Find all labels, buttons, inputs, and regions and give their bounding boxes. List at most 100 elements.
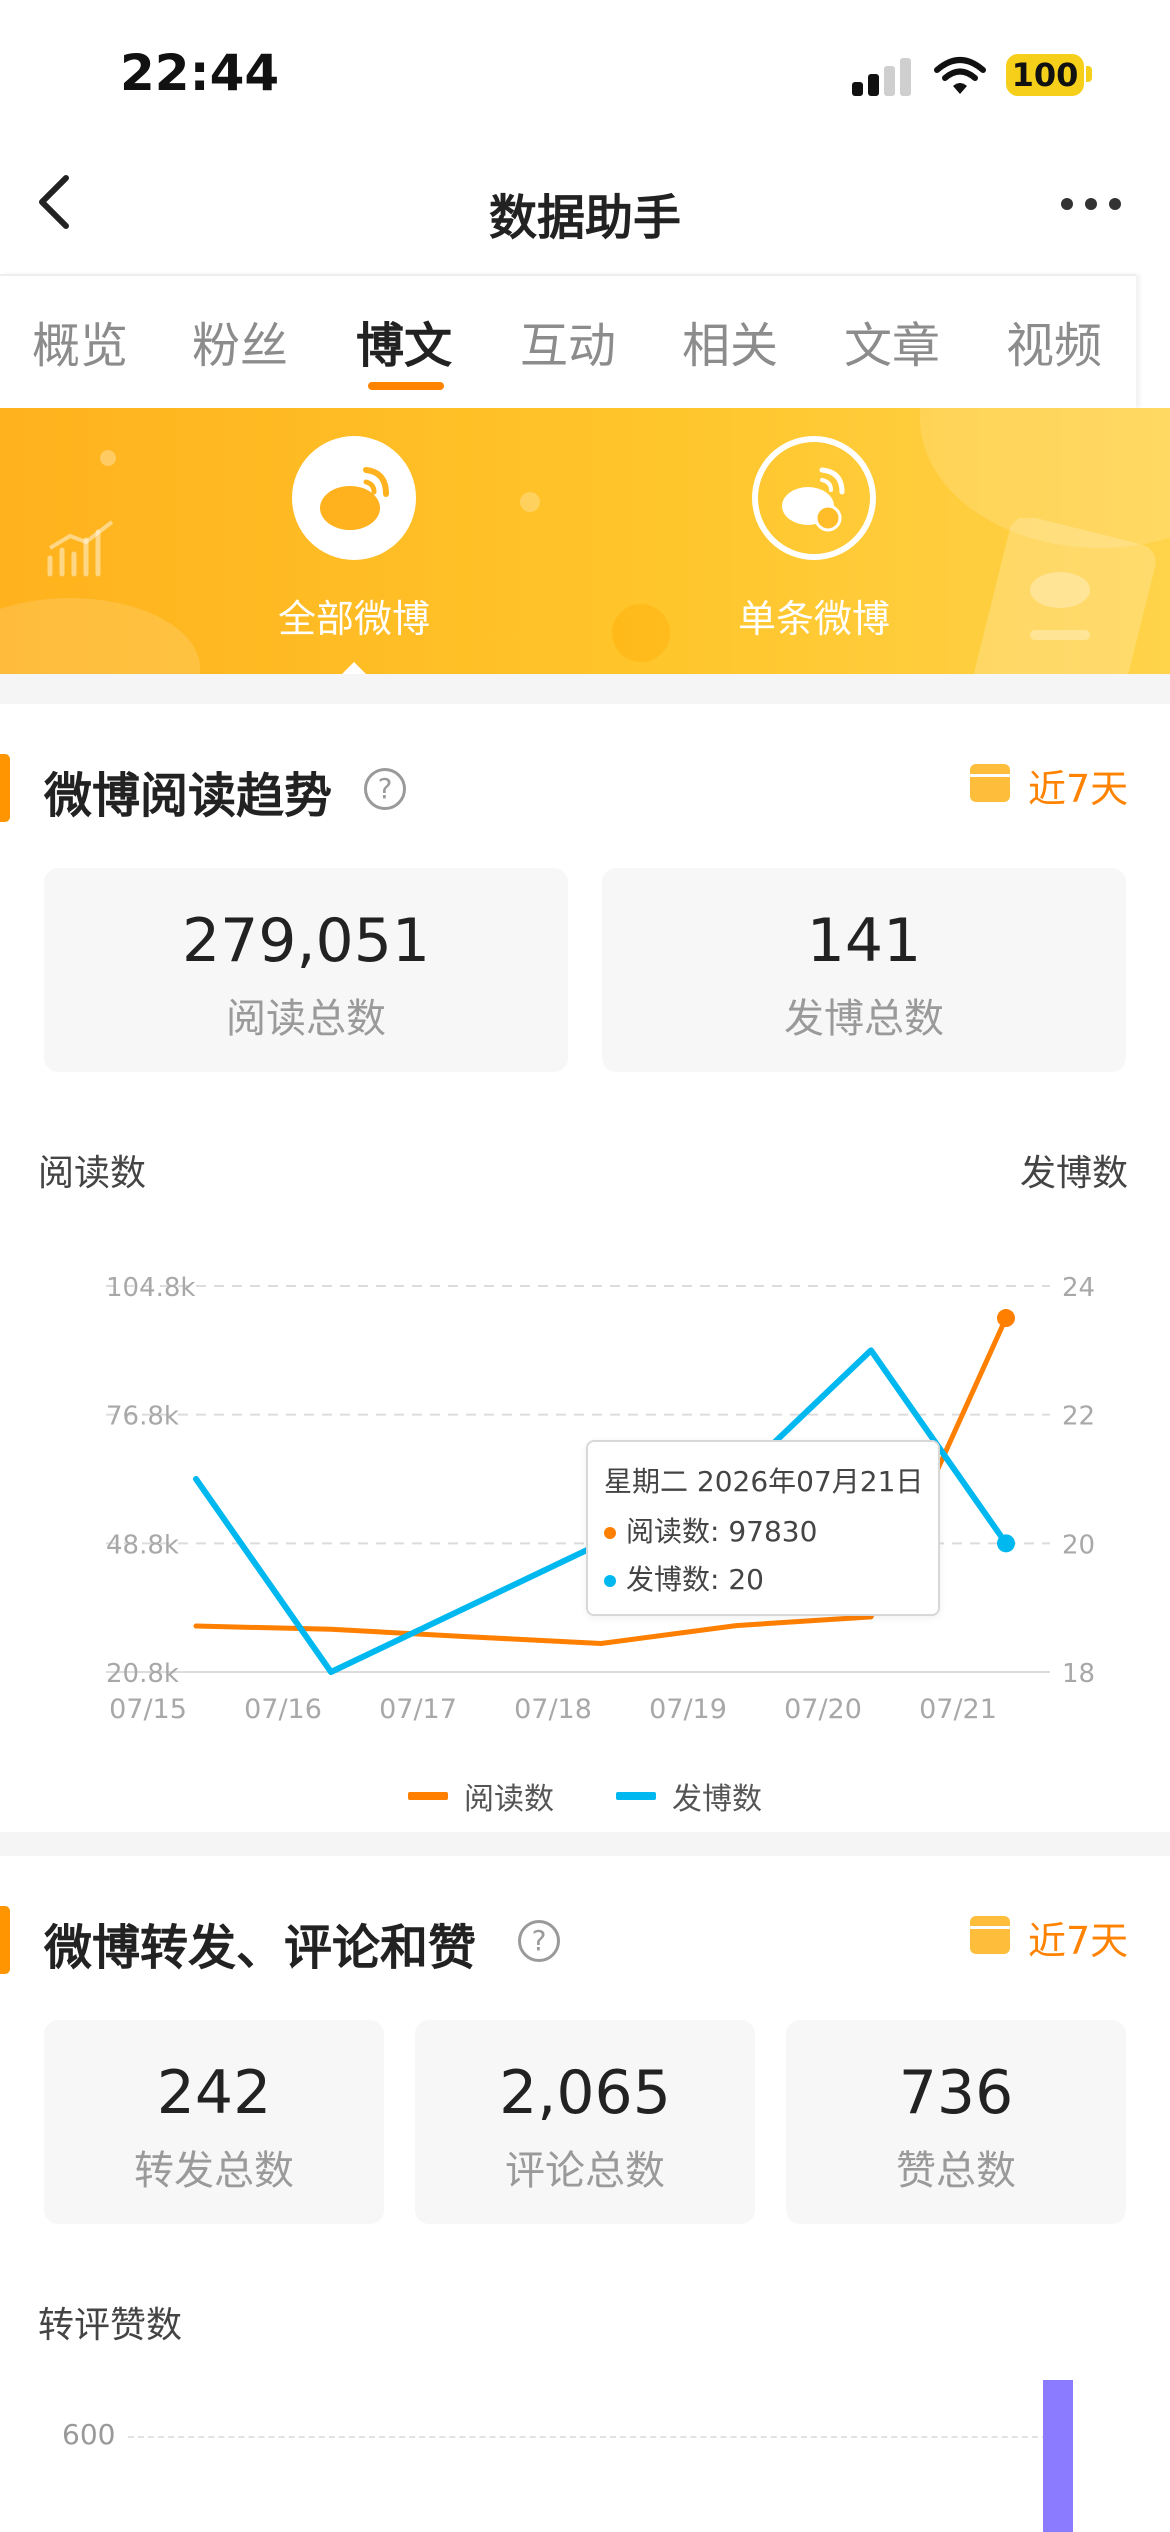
tab-interaction[interactable]: 互动 [520, 306, 616, 376]
stat-value: 141 [806, 906, 922, 976]
card-decoration-icon [974, 518, 1156, 674]
all-weibo-button[interactable]: 全部微博 [204, 436, 504, 656]
left-tick-label: 76.8k [106, 1402, 179, 1432]
stat-card: 736 赞总数 [786, 2020, 1126, 2224]
section-accent-bar [0, 1906, 10, 1974]
single-weibo-icon-bg [752, 436, 876, 560]
x-tick-label: 07/15 [109, 1694, 187, 1725]
calendar-icon [970, 1916, 1010, 1954]
stat-label: 阅读总数 [226, 996, 386, 1042]
right-axis-label: 发博数 [1020, 1153, 1129, 1194]
x-tick-label: 07/18 [514, 1694, 592, 1725]
interaction-axis-label: 转评赞数 [38, 2305, 183, 2346]
stat-label: 发博总数 [784, 996, 944, 1042]
tab-related[interactable]: 相关 [682, 306, 778, 376]
tooltip-row-posts: 发博数: 20 [604, 1558, 764, 1598]
x-tick-label: 07/19 [649, 1694, 727, 1725]
stat-card: 242 转发总数 [44, 2020, 384, 2224]
status-time: 22:44 [120, 44, 280, 102]
battery-indicator: 100 [1006, 54, 1084, 96]
read-trend-chart[interactable]: 104.8k 24 76.8k 22 48.8k 20 20.8k 18 07/15 07/16 0… [0, 1240, 1170, 1800]
posts-dot-icon [604, 1575, 616, 1587]
x-tick-label: 07/21 [919, 1694, 997, 1725]
posts-legend-icon [616, 1792, 656, 1800]
tab-bar: 概览 粉丝 博文 互动 相关 文章 视频 [0, 274, 1136, 408]
left-tick-label: 48.8k [106, 1530, 179, 1560]
stat-value: 242 [156, 2058, 272, 2128]
read-trend-title: 微博阅读趋势 [44, 768, 333, 824]
banner-decoration [0, 598, 200, 674]
stat-value: 2,065 [499, 2058, 671, 2128]
help-icon[interactable]: ? [364, 768, 406, 810]
interaction-bar [1043, 2380, 1073, 2532]
tooltip-title: 星期二 2026年07月21日 [604, 1465, 924, 1498]
stat-label: 赞总数 [896, 2148, 1016, 2194]
date-range-label: 近7天 [1028, 767, 1129, 811]
weibo-logo-icon [320, 467, 389, 530]
x-tick-label: 07/20 [784, 1694, 862, 1725]
nav-bar: 数据助手 [0, 150, 1170, 274]
stat-value: 279,051 [181, 906, 431, 976]
post-type-banner: 全部微博 单条微博 [0, 408, 1170, 674]
stat-card: 141 发博总数 [602, 868, 1126, 1072]
reads-highlight-point [997, 1309, 1015, 1328]
interaction-title: 微博转发、评论和赞 [44, 1920, 477, 1976]
right-tick-label: 20 [1062, 1530, 1095, 1560]
left-tick-label: 20.8k [106, 1659, 179, 1689]
posts-highlight-point [997, 1534, 1015, 1553]
legend-label: 阅读数 [464, 1782, 554, 1817]
right-tick-label: 18 [1062, 1659, 1095, 1689]
wifi-icon [934, 57, 986, 94]
all-weibo-icon-bg [292, 436, 416, 560]
reads-dot-icon [604, 1527, 616, 1539]
banner-decoration [520, 492, 540, 512]
grid-line [128, 2436, 1068, 2438]
page-title: 数据助手 [488, 190, 681, 246]
status-bar: 22:44 100 [0, 0, 1170, 150]
signal-icon [852, 56, 914, 96]
more-icon[interactable] [1055, 194, 1127, 214]
banner-decoration [612, 604, 670, 662]
right-tick-label: 24 [1062, 1273, 1095, 1303]
section-divider [0, 1832, 1170, 1856]
single-weibo-icon [782, 467, 845, 532]
calendar-icon [970, 764, 1010, 802]
stat-label: 转发总数 [134, 2148, 294, 2194]
tooltip-posts-value: 发博数: 20 [626, 1563, 764, 1596]
legend-label: 发博数 [672, 1782, 762, 1817]
stat-value: 736 [898, 2058, 1014, 2128]
legend-item-reads[interactable]: 阅读数 [408, 1774, 608, 1817]
section-accent-bar [0, 754, 10, 822]
left-axis-label: 阅读数 [38, 1153, 147, 1194]
tab-articles[interactable]: 文章 [844, 306, 940, 376]
tab-videos[interactable]: 视频 [1006, 306, 1102, 376]
tab-active-indicator [368, 382, 444, 390]
legend-item-posts[interactable]: 发博数 [616, 1774, 816, 1817]
tooltip-row-reads: 阅读数: 97830 [604, 1510, 817, 1550]
chart-tooltip: 星期二 2026年07月21日 阅读数: 97830 发博数: 20 [586, 1440, 940, 1616]
stat-card: 2,065 评论总数 [415, 2020, 755, 2224]
section-divider [0, 674, 1170, 704]
help-icon[interactable]: ? [518, 1920, 560, 1962]
tab-fans[interactable]: 粉丝 [192, 306, 288, 376]
x-tick-label: 07/17 [379, 1694, 457, 1725]
banner-decoration [100, 450, 116, 466]
tab-overview[interactable]: 概览 [32, 306, 128, 376]
tooltip-reads-value: 阅读数: 97830 [626, 1515, 818, 1548]
all-weibo-label: 全部微博 [277, 597, 430, 641]
x-tick-label: 07/16 [244, 1694, 322, 1725]
chart-decoration-icon [47, 520, 114, 577]
single-weibo-label: 单条微博 [737, 597, 890, 641]
single-weibo-button[interactable]: 单条微博 [664, 436, 964, 656]
date-range-selector[interactable]: 近7天 [970, 1910, 1150, 1963]
date-range-label: 近7天 [1028, 1919, 1129, 1963]
date-range-selector[interactable]: 近7天 [970, 758, 1150, 811]
battery-nub [1086, 66, 1092, 82]
right-tick-label: 22 [1062, 1402, 1095, 1432]
stat-label: 评论总数 [505, 2148, 665, 2194]
y-tick-label: 600 [62, 2418, 116, 2451]
reads-legend-icon [408, 1792, 448, 1800]
tab-posts[interactable]: 博文 [356, 306, 452, 376]
stat-card: 279,051 阅读总数 [44, 868, 568, 1072]
left-tick-label: 104.8k [106, 1273, 196, 1303]
